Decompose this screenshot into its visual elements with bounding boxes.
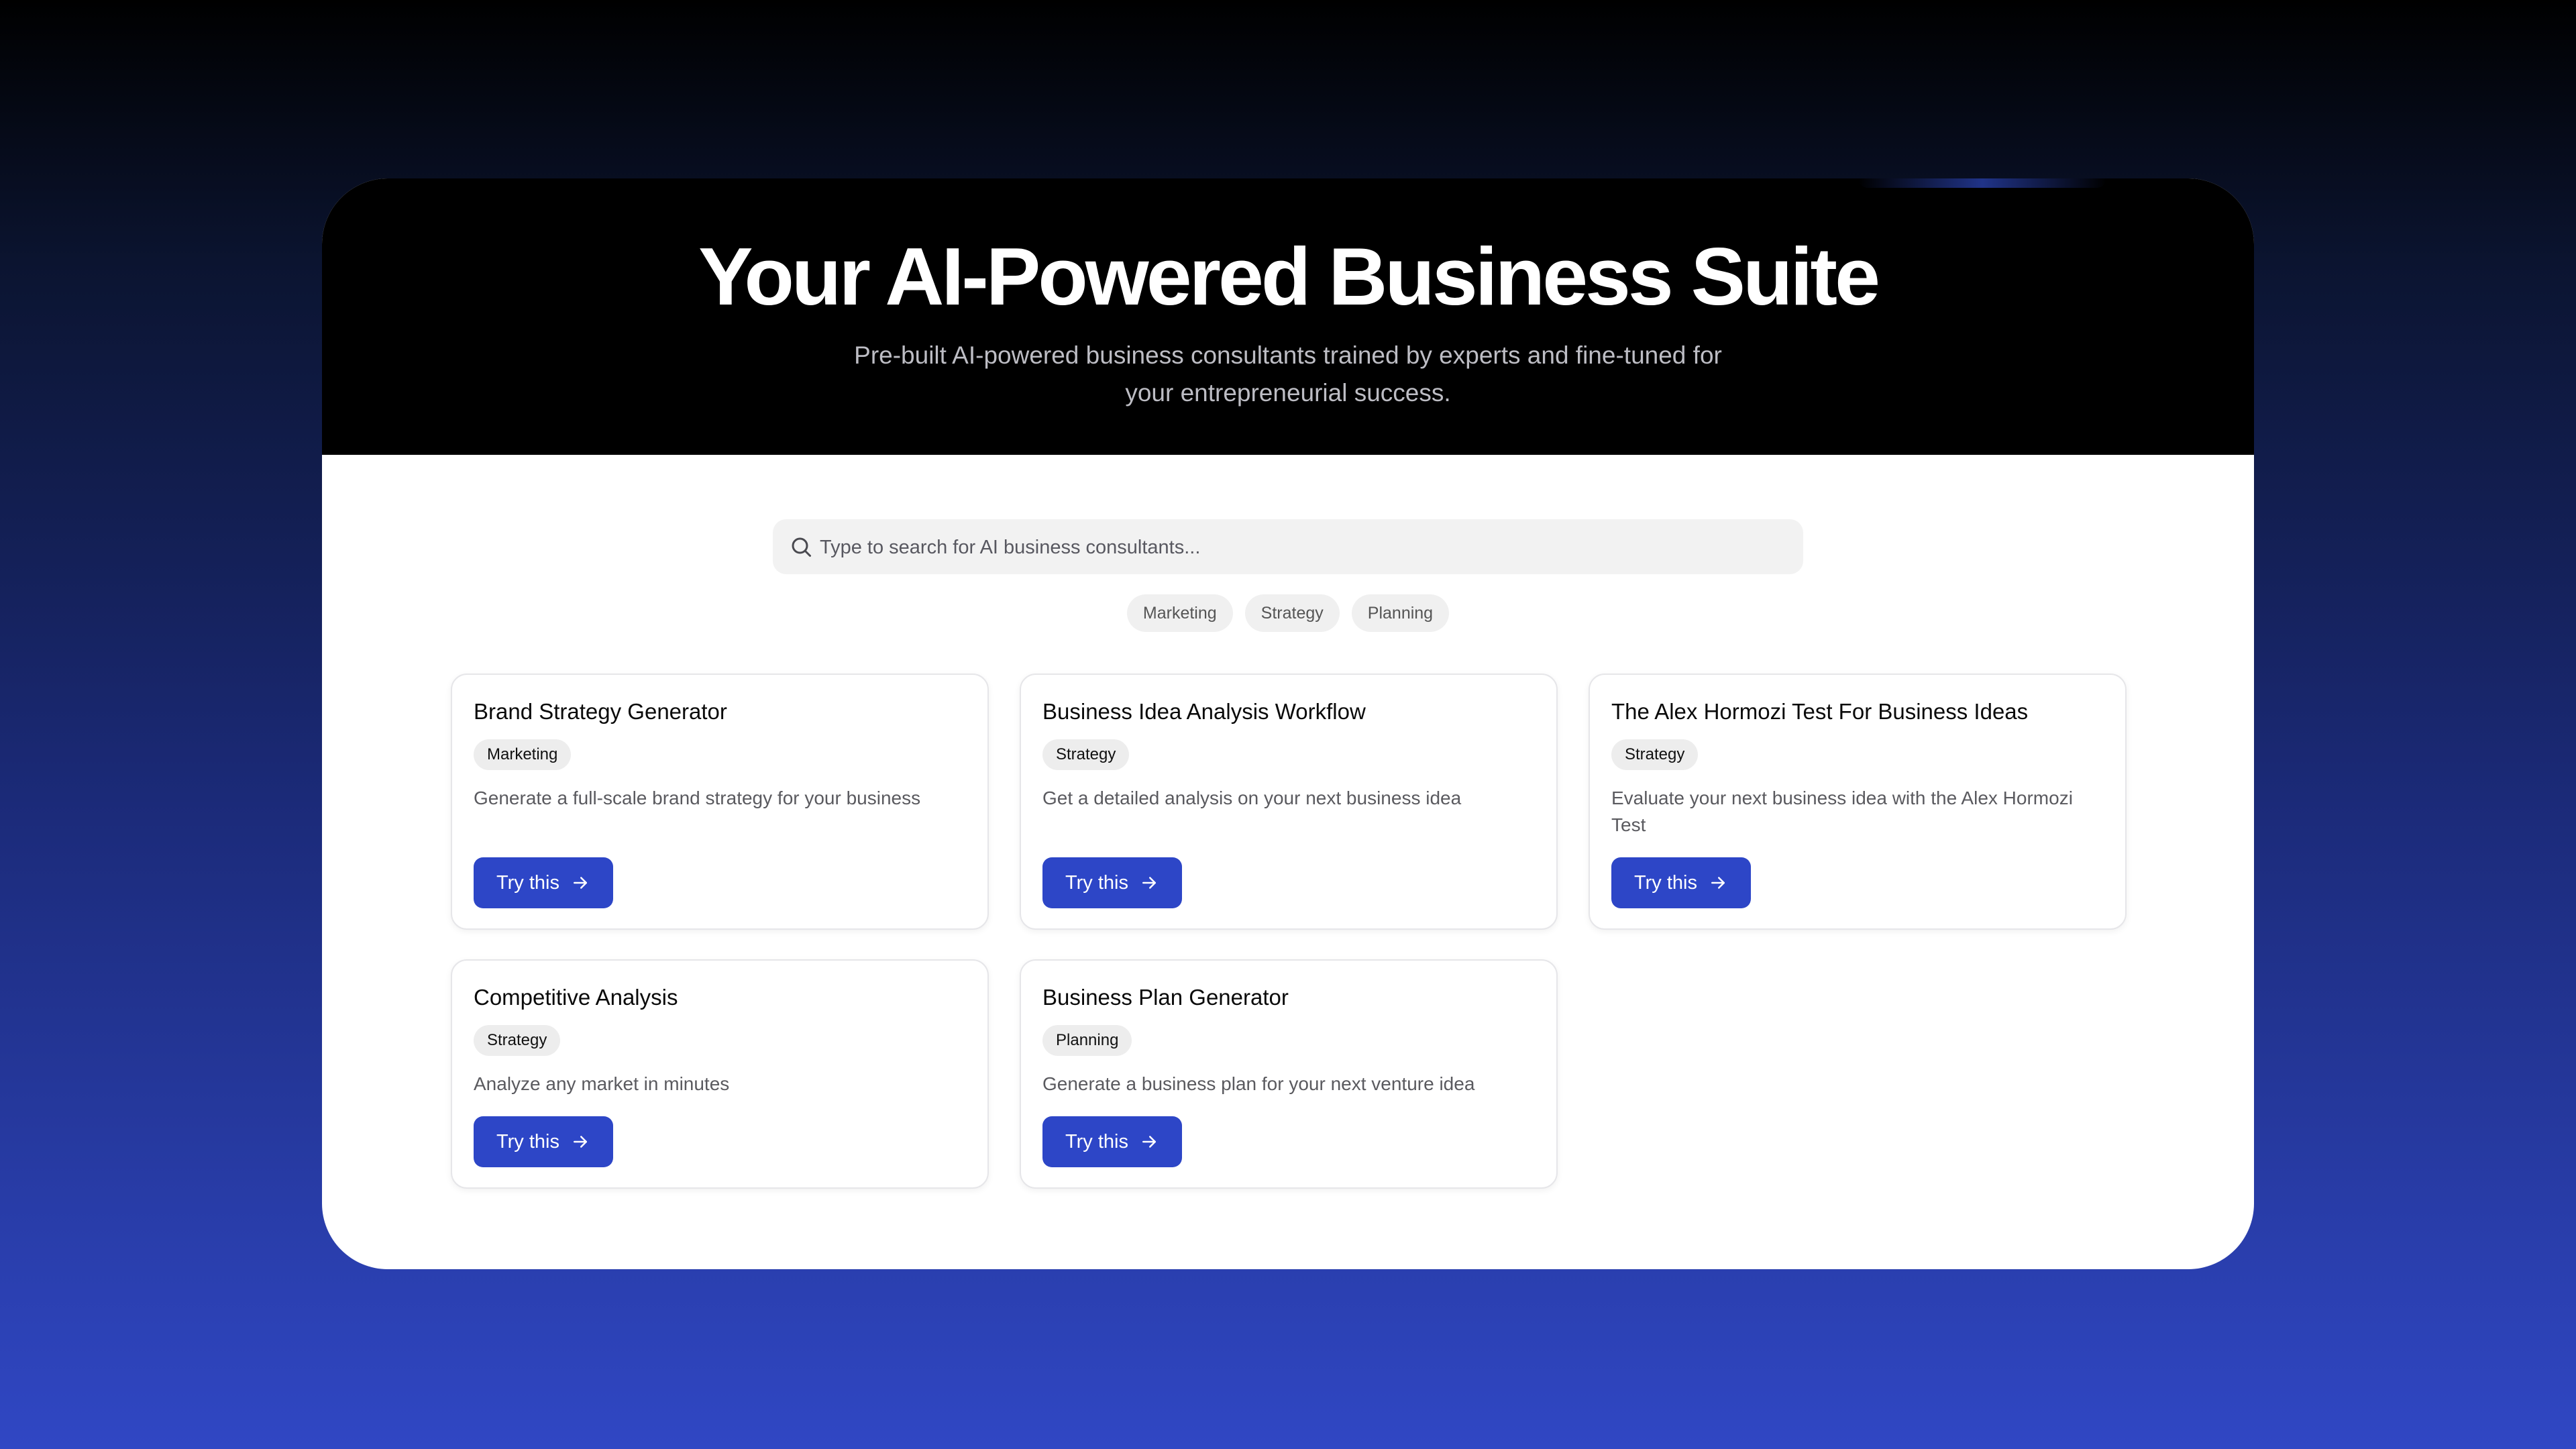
- try-this-button[interactable]: Try this: [1042, 857, 1182, 908]
- search-bar[interactable]: [773, 519, 1803, 576]
- arrow-right-icon: [1142, 1136, 1156, 1148]
- hero-glow-decoration: [1858, 178, 2106, 188]
- search-input[interactable]: [818, 519, 1787, 576]
- card-category-tag: Strategy: [1611, 739, 1699, 770]
- hero-header: Your AI-Powered Business Suite Pre-built…: [322, 178, 2254, 455]
- try-this-button[interactable]: Try this: [474, 1116, 613, 1167]
- card-category-tag: Planning: [1042, 1025, 1132, 1056]
- filter-chip-planning[interactable]: Planning: [1351, 594, 1450, 632]
- try-this-button[interactable]: Try this: [474, 857, 613, 908]
- card-category-tag: Strategy: [1042, 739, 1130, 770]
- card-title: Brand Strategy Generator: [474, 699, 727, 724]
- try-this-button[interactable]: Try this: [1042, 1116, 1182, 1167]
- card-description: Analyze any market in minutes: [474, 1073, 730, 1094]
- try-this-label: Try this: [1065, 1130, 1128, 1152]
- try-this-label: Try this: [496, 871, 559, 894]
- card-title: Business Idea Analysis Workflow: [1042, 699, 1366, 724]
- consultant-card-alex-hormozi-test: The Alex Hormozi Test For Business Ideas…: [1589, 674, 2127, 930]
- app-panel: Your AI-Powered Business Suite Pre-built…: [322, 178, 2254, 1269]
- filter-chip-strategy[interactable]: Strategy: [1244, 594, 1340, 632]
- card-description: Generate a business plan for your next v…: [1042, 1073, 1475, 1094]
- card-description: Generate a full-scale brand strategy for…: [474, 788, 921, 808]
- card-title: Business Plan Generator: [1042, 985, 1289, 1010]
- arrow-right-icon: [1142, 877, 1156, 889]
- card-description: Evaluate your next business idea with th…: [1611, 788, 2073, 835]
- page-title: Your AI-Powered Business Suite: [698, 231, 1880, 322]
- arrow-right-icon: [573, 877, 587, 889]
- card-category-tag: Marketing: [474, 739, 572, 770]
- filter-chips: Marketing Strategy Planning: [322, 594, 2254, 632]
- arrow-right-icon: [1711, 877, 1725, 889]
- card-title: The Alex Hormozi Test For Business Ideas: [1611, 699, 2029, 724]
- try-this-label: Try this: [496, 1130, 559, 1152]
- try-this-label: Try this: [1634, 871, 1697, 894]
- consultant-card-brand-strategy: Brand Strategy Generator Marketing Gener…: [451, 674, 989, 930]
- filter-chip-marketing[interactable]: Marketing: [1126, 594, 1233, 632]
- card-title: Competitive Analysis: [474, 985, 678, 1010]
- try-this-label: Try this: [1065, 871, 1128, 894]
- consultant-card-business-idea-analysis: Business Idea Analysis Workflow Strategy…: [1020, 674, 1558, 930]
- page-subtitle: Pre-built AI-powered business consultant…: [854, 341, 1722, 407]
- consultant-card-competitive-analysis: Competitive Analysis Strategy Analyze an…: [451, 959, 989, 1189]
- card-category-tag: Strategy: [474, 1025, 561, 1056]
- search-icon: [792, 537, 811, 557]
- card-description: Get a detailed analysis on your next bus…: [1042, 788, 1462, 808]
- arrow-right-icon: [573, 1136, 587, 1148]
- consultant-card-business-plan-generator: Business Plan Generator Planning Generat…: [1020, 959, 1558, 1189]
- try-this-button[interactable]: Try this: [1611, 857, 1751, 908]
